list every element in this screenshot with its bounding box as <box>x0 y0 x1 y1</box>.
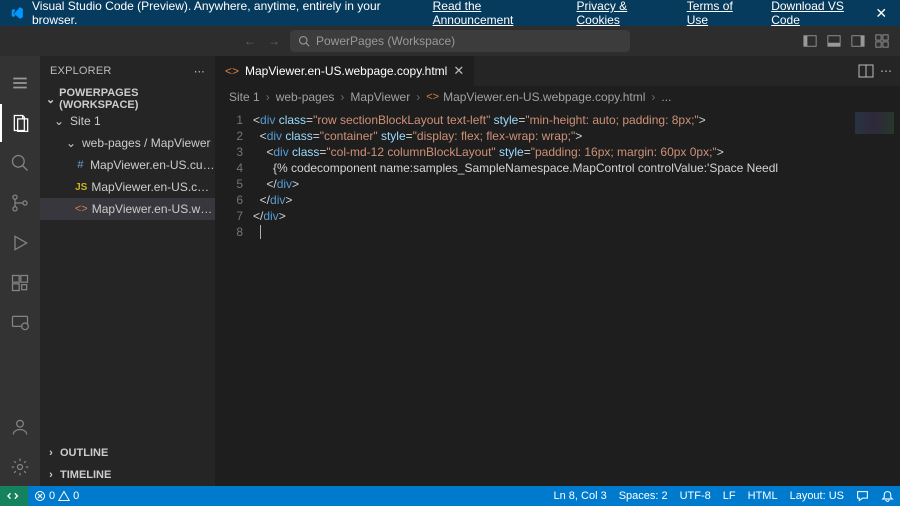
close-icon[interactable]: ✕ <box>873 4 890 22</box>
chevron-down-icon: ⌄ <box>64 136 78 150</box>
outline-section-header[interactable]: › OUTLINE <box>40 442 215 464</box>
tree-label: MapViewer.en-US.customj... <box>91 180 215 194</box>
activity-bar <box>0 56 40 486</box>
indentation-status[interactable]: Spaces: 2 <box>613 486 674 506</box>
editor-area: <> MapViewer.en-US.webpage.copy.html ✕ ⋯… <box>215 56 900 486</box>
workspace-section-header[interactable]: ⌄ POWERPAGES (WORKSPACE) <box>40 88 215 110</box>
remote-indicator-icon[interactable] <box>0 486 28 506</box>
layout-secondary-sidebar-icon[interactable] <box>848 31 868 51</box>
error-icon <box>34 490 46 502</box>
layout-primary-sidebar-icon[interactable] <box>800 31 820 51</box>
banner-link-download[interactable]: Download VS Code <box>771 0 872 27</box>
sidebar-more-icon[interactable]: ⋯ <box>194 65 205 78</box>
editor-tab-active[interactable]: <> MapViewer.en-US.webpage.copy.html ✕ <box>215 56 475 86</box>
tree-label: web-pages / MapViewer <box>82 136 211 150</box>
notifications-bell-icon[interactable] <box>875 486 900 506</box>
banner-link-announcement[interactable]: Read the Announcement <box>433 0 561 27</box>
breadcrumb-item[interactable]: web-pages <box>276 90 335 104</box>
tree-file-customcss[interactable]: # MapViewer.en-US.customc... <box>40 154 215 176</box>
banner-link-terms[interactable]: Terms of Use <box>687 0 755 27</box>
tree-label: Site 1 <box>70 114 101 128</box>
tree-label: MapViewer.en-US.customc... <box>90 158 215 172</box>
workspace-section-label: POWERPAGES (WORKSPACE) <box>59 87 211 111</box>
settings-gear-icon[interactable] <box>0 448 40 486</box>
tree-folder-site[interactable]: ⌄ Site 1 <box>40 110 215 132</box>
chevron-right-icon: › <box>44 469 58 481</box>
editor-body[interactable]: 12345678 <div class="row sectionBlockLay… <box>215 108 900 486</box>
editor-more-icon[interactable]: ⋯ <box>880 64 892 78</box>
explorer-sidebar: EXPLORER ⋯ ⌄ POWERPAGES (WORKSPACE) ⌄ Si… <box>40 56 215 486</box>
breadcrumb-item[interactable]: ... <box>661 90 671 104</box>
keyboard-layout[interactable]: Layout: US <box>784 486 850 506</box>
search-activity-icon[interactable] <box>0 144 40 182</box>
encoding-status[interactable]: UTF-8 <box>674 486 717 506</box>
chevron-right-icon: › <box>338 90 346 104</box>
sidebar-title-text: EXPLORER <box>50 65 112 77</box>
chevron-right-icon: › <box>44 447 58 459</box>
chevron-down-icon: ⌄ <box>52 114 66 128</box>
eol-status[interactable]: LF <box>717 486 742 506</box>
close-tab-icon[interactable]: ✕ <box>453 63 464 79</box>
html-file-icon: <> <box>75 203 88 215</box>
chevron-right-icon: › <box>264 90 272 104</box>
timeline-section-header[interactable]: › TIMELINE <box>40 464 215 486</box>
remote-explorer-icon[interactable] <box>0 304 40 342</box>
search-icon <box>298 35 310 47</box>
js-file-icon: JS <box>75 182 87 193</box>
vscode-logo-icon <box>10 6 24 20</box>
timeline-label: TIMELINE <box>60 469 111 481</box>
status-bar: 0 0 Ln 8, Col 3 Spaces: 2 UTF-8 LF HTML … <box>0 486 900 506</box>
layout-customize-icon[interactable] <box>872 31 892 51</box>
chevron-right-icon: › <box>414 90 422 104</box>
command-center-placeholder: PowerPages (Workspace) <box>316 34 455 48</box>
breadcrumb[interactable]: Site 1 › web-pages › MapViewer › <> MapV… <box>215 86 900 108</box>
warning-icon <box>58 490 70 502</box>
explorer-icon[interactable] <box>0 104 40 142</box>
banner-link-privacy[interactable]: Privacy & Cookies <box>577 0 671 27</box>
source-control-icon[interactable] <box>0 184 40 222</box>
warning-count: 0 <box>73 490 79 502</box>
layout-panel-icon[interactable] <box>824 31 844 51</box>
line-number-gutter: 12345678 <box>215 108 253 486</box>
breadcrumb-item[interactable]: MapViewer <box>350 90 410 104</box>
tree-file-webpage[interactable]: <> MapViewer.en-US.webpag... <box>40 198 215 220</box>
error-count: 0 <box>49 490 55 502</box>
chevron-right-icon: › <box>649 90 657 104</box>
command-bar: ← → PowerPages (Workspace) <box>0 26 900 56</box>
chevron-down-icon: ⌄ <box>44 93 57 106</box>
html-file-icon: <> <box>225 64 239 78</box>
html-file-icon: <> <box>426 91 439 103</box>
problems-status[interactable]: 0 0 <box>28 486 85 506</box>
minimap[interactable] <box>852 108 900 486</box>
run-debug-icon[interactable] <box>0 224 40 262</box>
tab-label: MapViewer.en-US.webpage.copy.html <box>245 64 447 78</box>
command-center-search[interactable]: PowerPages (Workspace) <box>290 30 630 52</box>
feedback-icon[interactable] <box>850 486 875 506</box>
editor-tabs: <> MapViewer.en-US.webpage.copy.html ✕ ⋯ <box>215 56 900 86</box>
announcement-banner: Visual Studio Code (Preview). Anywhere, … <box>0 0 900 26</box>
code-content[interactable]: <div class="row sectionBlockLayout text-… <box>253 108 852 486</box>
css-file-icon: # <box>75 159 86 171</box>
nav-forward-icon[interactable]: → <box>264 31 284 51</box>
outline-label: OUTLINE <box>60 447 108 459</box>
nav-back-icon[interactable]: ← <box>240 31 260 51</box>
split-editor-icon[interactable] <box>858 63 874 79</box>
breadcrumb-item[interactable]: MapViewer.en-US.webpage.copy.html <box>443 90 645 104</box>
accounts-icon[interactable] <box>0 408 40 446</box>
language-mode[interactable]: HTML <box>742 486 784 506</box>
tree-label: MapViewer.en-US.webpag... <box>92 202 215 216</box>
sidebar-title: EXPLORER ⋯ <box>40 56 215 86</box>
breadcrumb-item[interactable]: Site 1 <box>229 90 260 104</box>
cursor-position[interactable]: Ln 8, Col 3 <box>547 486 612 506</box>
tree-folder-mapviewer[interactable]: ⌄ web-pages / MapViewer <box>40 132 215 154</box>
banner-text: Visual Studio Code (Preview). Anywhere, … <box>32 0 417 27</box>
tree-file-customjs[interactable]: JS MapViewer.en-US.customj... <box>40 176 215 198</box>
menu-icon[interactable] <box>0 64 40 102</box>
extensions-icon[interactable] <box>0 264 40 302</box>
